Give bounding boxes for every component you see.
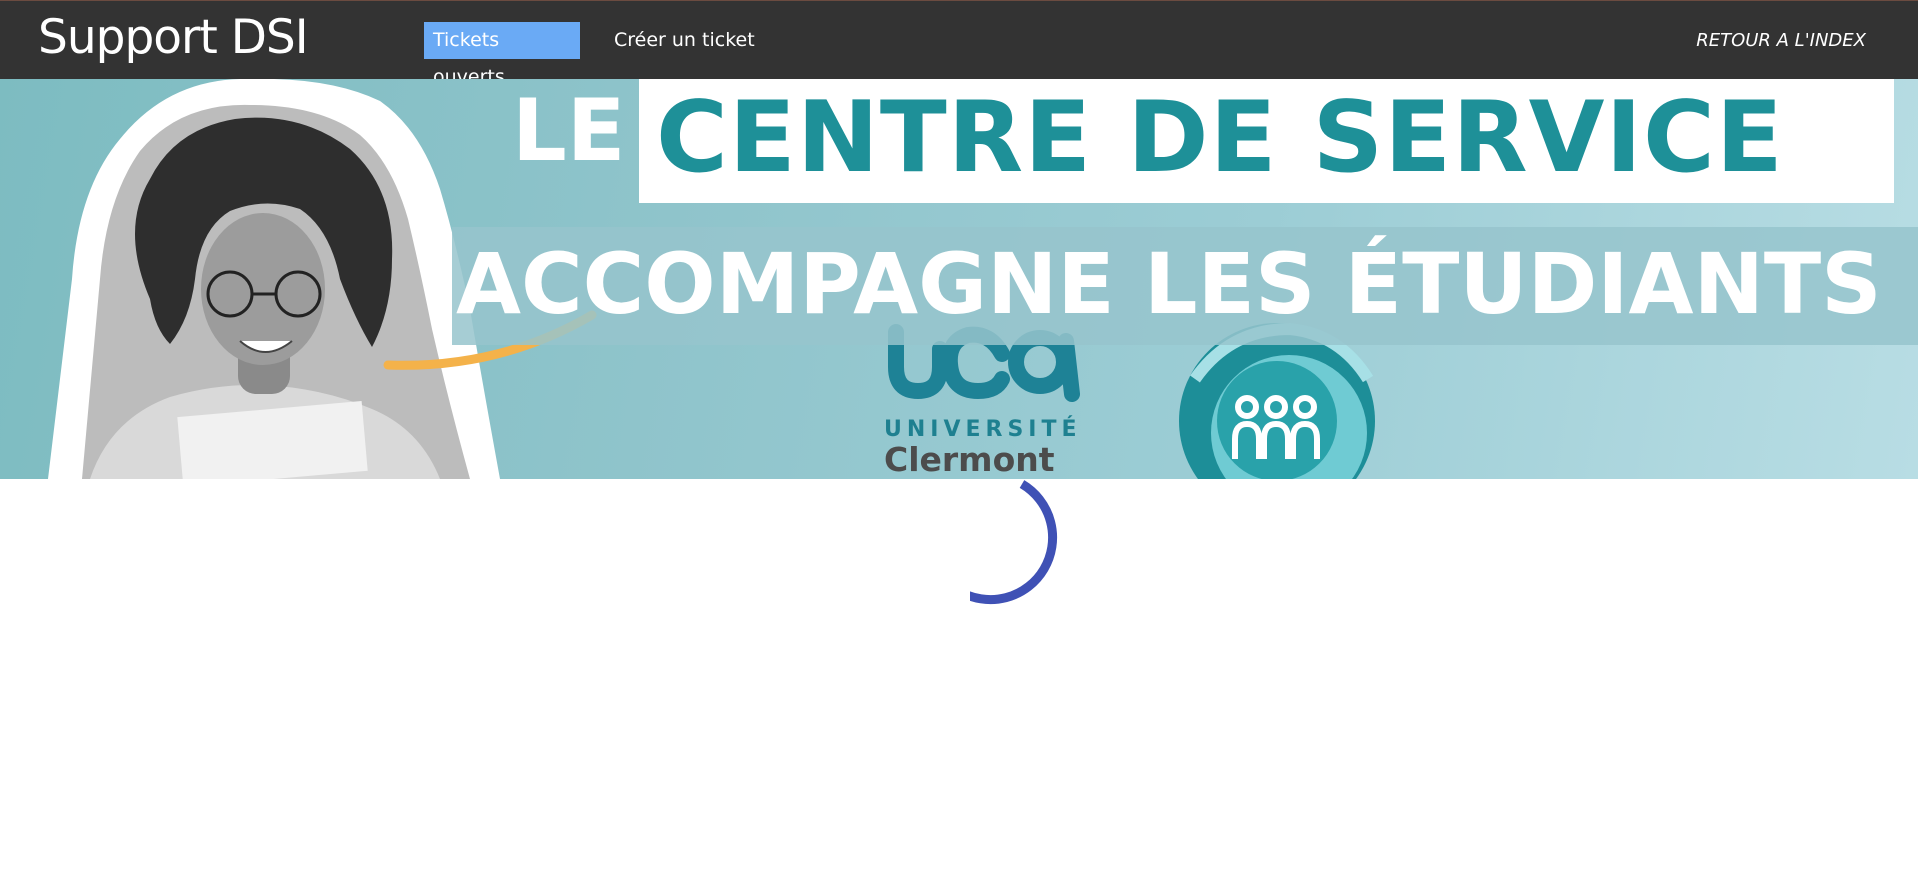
students-circle-logo-icon — [1179, 322, 1375, 479]
loading-spinner-icon — [970, 480, 1058, 605]
tab-tickets-ouverts[interactable]: Tickets ouverts — [424, 22, 580, 88]
hero-banner: LE CENTRE DE SERVICE ACCOMPAGNE LES ÉTUD… — [0, 79, 1918, 479]
logo-clermont-text: Clermont — [884, 440, 1055, 479]
headline-le: LE — [512, 81, 626, 181]
subheadline-accompagne: ACCOMPAGNE LES ÉTUDIANTS — [456, 235, 1882, 333]
top-navbar: Support DSI Tickets ouverts Créer un tic… — [0, 0, 1918, 88]
headline-centre-de-service: CENTRE DE SERVICE — [656, 81, 1784, 195]
back-to-index-link[interactable]: RETOUR A L'INDEX — [1696, 22, 1866, 59]
brand-title[interactable]: Support DSI — [38, 9, 309, 67]
tab-creer-ticket[interactable]: Créer un ticket — [605, 22, 764, 59]
